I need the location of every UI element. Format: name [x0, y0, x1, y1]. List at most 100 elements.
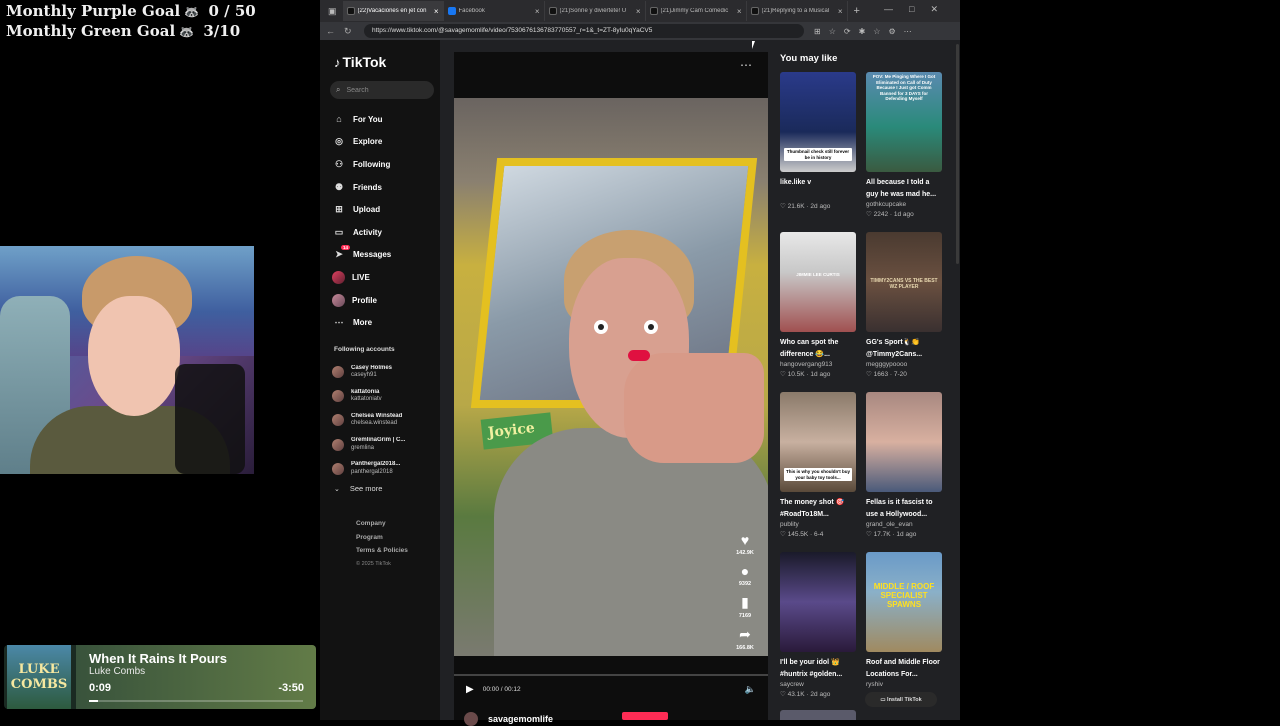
purple-goal-label: Monthly Purple Goal	[6, 2, 181, 20]
company-link[interactable]: Company	[356, 517, 408, 531]
recommended-card[interactable]: This is why you shouldn't buy your baby …	[780, 392, 856, 552]
nav-more[interactable]: ⋯ More	[332, 311, 436, 334]
profile-avatar	[332, 293, 345, 307]
browser-tab-1[interactable]: (22)Vacaciones en jet con ×	[342, 1, 444, 21]
following-account[interactable]: Panthergal2018... panthergal2018	[332, 457, 436, 481]
like-button[interactable]: ♥ 142.9K	[730, 532, 760, 556]
following-account[interactable]: Casey Holmes caseyh91	[332, 360, 436, 384]
url-field[interactable]: https://www.tiktok.com/@savagemomlife/vi…	[364, 24, 804, 38]
tiktok-note-icon: ♪	[334, 54, 341, 70]
bookmark-icon: ▮	[741, 594, 749, 610]
close-tab-icon[interactable]: ×	[636, 7, 641, 16]
nav-profile[interactable]: Profile	[332, 289, 436, 312]
avatar	[332, 414, 344, 427]
recommended-card[interactable]: MIDDLE / ROOF SPECIALIST SPAWNS Roof and…	[866, 552, 942, 712]
new-tab-button[interactable]: +	[854, 5, 860, 17]
following-account[interactable]: Chelsea Winstead chelsea.winstead	[332, 408, 436, 432]
search-input[interactable]	[346, 86, 427, 94]
recommended-card[interactable]: Fellas is it fascist to use a Hollywood.…	[866, 392, 942, 552]
volume-icon[interactable]: 🔈	[745, 684, 756, 695]
terms-link[interactable]: Terms & Policies	[356, 544, 408, 558]
scrollbar[interactable]	[956, 44, 959, 264]
video-progress-bar[interactable]	[454, 674, 768, 676]
nav-activity[interactable]: ▭ Activity	[332, 221, 436, 244]
nav-friends[interactable]: ⚉ Friends	[332, 176, 436, 199]
recommended-card[interactable]: I'll be your idol 👑 #huntrix #golden... …	[780, 552, 856, 712]
nav-messages[interactable]: ➤ 14 Messages	[332, 244, 436, 267]
video-thumbnail[interactable]	[780, 710, 856, 720]
remaining-time: -3:50	[278, 682, 304, 694]
tab-actions-icon[interactable]: ▣	[320, 6, 343, 17]
comment-icon: ●	[740, 563, 750, 579]
live-icon	[332, 270, 345, 284]
following-accounts-list: Casey Holmes caseyh91 kattatonia kattatoni…	[332, 360, 436, 481]
close-tab-icon[interactable]: ×	[434, 7, 439, 16]
upload-icon: ⊞	[335, 204, 343, 215]
avatar	[332, 390, 344, 403]
you-may-like-title: You may like	[780, 53, 838, 64]
nav-explore[interactable]: ◎ Explore	[332, 131, 436, 154]
heart-icon: ♡	[866, 371, 874, 378]
save-button[interactable]: ▮ 7169	[730, 594, 760, 619]
video-author[interactable]: savagemomlife	[464, 712, 553, 726]
share-button[interactable]: ➦ 166.8K	[730, 626, 760, 651]
recommended-card[interactable]: POV: Me Pinging Where I Got Eliminated o…	[866, 72, 942, 232]
heart-icon: ♥	[740, 532, 750, 548]
video-controls: ▶ 00:00 / 00:12 🔈	[466, 684, 756, 695]
heart-icon: ♡	[780, 691, 788, 698]
video-thumbnail[interactable]: Thumbnail check still forever be in hist…	[780, 72, 856, 172]
play-icon[interactable]: ▶	[466, 684, 474, 695]
close-tab-icon[interactable]: ×	[535, 7, 540, 16]
program-link[interactable]: Program	[356, 531, 408, 545]
chevron-down-icon: ⌄	[334, 486, 340, 493]
video-thumbnail[interactable]: TIMMY2CANS VS THE BEST WZ PLAYER	[866, 232, 942, 332]
close-tab-icon[interactable]: ×	[838, 7, 843, 16]
green-goal-value: 3/10	[203, 22, 241, 40]
elapsed-time: 0:09	[89, 682, 112, 694]
more-options-icon[interactable]: ⋯	[740, 58, 752, 72]
browser-tab-2[interactable]: Facebook ×	[444, 1, 545, 21]
raccoon-icon: 🦝	[179, 25, 195, 39]
mouse-cursor	[752, 41, 755, 49]
following-account[interactable]: kattatonia kattatoniatv	[332, 384, 436, 408]
back-icon[interactable]: ←	[326, 26, 338, 36]
browser-tab-3[interactable]: (21)Sonríe y diviértete! U ×	[545, 1, 646, 21]
see-more-link[interactable]: ⌄ See more	[334, 484, 382, 493]
browser-tab-4[interactable]: (21)Jimmy Cam Comedic ×	[646, 1, 747, 21]
tab-strip: ▣ (22)Vacaciones en jet con × Facebook × (…	[320, 0, 960, 22]
nav-for-you[interactable]: ⌂ For You	[332, 108, 436, 131]
avatar	[332, 366, 344, 379]
tiktok-logo[interactable]: ♪ TikTok	[334, 54, 386, 70]
video-thumbnail[interactable]	[780, 552, 856, 652]
recommended-card[interactable]: Thumbnail check still forever be in hist…	[780, 72, 856, 232]
tiktok-icon	[649, 7, 658, 15]
nav-live[interactable]: LIVE	[332, 266, 436, 289]
install-tiktok-button[interactable]: ▭ Install TikTok	[865, 692, 937, 707]
video-frame[interactable]: Joyice	[454, 98, 768, 656]
nav-upload[interactable]: ⊞ Upload	[332, 198, 436, 221]
facebook-icon	[447, 7, 456, 15]
purple-goal: Monthly Purple Goal 🦝 0 / 50	[6, 2, 256, 20]
close-tab-icon[interactable]: ×	[737, 7, 742, 16]
video-thumbnail[interactable]: This is why you shouldn't buy your baby …	[780, 392, 856, 492]
song-artist: Luke Combs	[89, 666, 146, 677]
search-icon: ⌕	[336, 85, 341, 94]
green-goal: Monthly Green Goal 🦝 3/10	[6, 22, 240, 40]
heart-icon: ♡	[866, 211, 874, 218]
recommended-card[interactable]: TIMMY2CANS VS THE BEST WZ PLAYER GG's Sp…	[866, 232, 942, 392]
video-thumbnail[interactable]: POV: Me Pinging Where I Got Eliminated o…	[866, 72, 942, 172]
recommended-card[interactable]: JIMMIE LEE CURTIS Who can spot the diffe…	[780, 232, 856, 392]
browser-toolbar-icons[interactable]: ⊞☆⟳✱☆⚙⋯	[814, 27, 920, 36]
tiktok-icon	[548, 7, 557, 15]
video-thumbnail[interactable]: JIMMIE LEE CURTIS	[780, 232, 856, 332]
video-thumbnail[interactable]: MIDDLE / ROOF SPECIALIST SPAWNS	[866, 552, 942, 652]
messages-badge: 14	[340, 245, 350, 251]
nav-following[interactable]: ⚇ Following	[332, 153, 436, 176]
browser-tab-5[interactable]: (21)Replying to a Musical ×	[747, 1, 848, 21]
following-account[interactable]: GremlinaGrim | C... gremlina	[332, 433, 436, 457]
follow-button[interactable]	[622, 712, 668, 720]
window-controls[interactable]: —□✕	[884, 4, 954, 15]
refresh-icon[interactable]: ↻	[344, 26, 356, 37]
video-thumbnail[interactable]	[866, 392, 942, 492]
comment-button[interactable]: ● 9392	[730, 563, 760, 587]
